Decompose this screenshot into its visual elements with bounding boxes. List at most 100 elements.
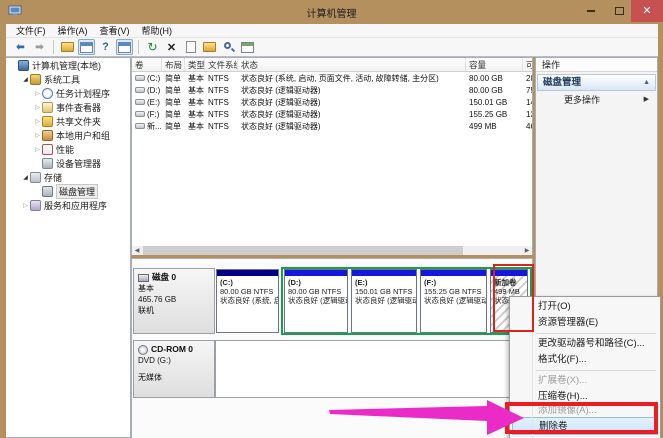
- disk0-header[interactable]: 磁盘 0 基本 465.76 GB 联机: [133, 268, 215, 334]
- partition-(F:)[interactable]: (F:)155.25 GB NTFS状态良好 (逻辑驱动器): [420, 269, 487, 333]
- volume-fs: NTFS: [205, 86, 238, 95]
- sidebar-item-disk-management[interactable]: 磁盘管理: [6, 184, 130, 198]
- cdrom-header[interactable]: CD-ROM 0 DVD (G:) 无媒体: [133, 340, 215, 398]
- help-icon[interactable]: ?: [97, 39, 114, 55]
- delete-icon[interactable]: ✕: [163, 39, 180, 55]
- sidebar-item-system-tools[interactable]: ◢系统工具: [6, 72, 130, 86]
- action-pane-icon[interactable]: [116, 39, 133, 55]
- menu-item[interactable]: 帮助(H): [136, 24, 179, 37]
- actions-group-disk-management[interactable]: 磁盘管理 ▲: [537, 74, 656, 91]
- collapsed-expander-icon[interactable]: ▷: [33, 90, 42, 97]
- title-bar: 计算机管理 ✕: [0, 0, 663, 24]
- column-header[interactable]: 类型: [185, 58, 205, 71]
- volume-row[interactable]: (D:)简单基本NTFS状态良好 (逻辑驱动器)80.00 GB75.: [132, 84, 532, 96]
- scroll-left-icon[interactable]: ◀: [132, 247, 142, 254]
- maximize-button[interactable]: [605, 0, 633, 22]
- column-header[interactable]: 卷: [132, 58, 162, 71]
- volume-list: 卷布局类型文件系统状态容量可用 (C:)简单基本NTFS状态良好 (系统, 启动…: [131, 57, 533, 255]
- close-button[interactable]: ✕: [631, 0, 663, 22]
- properties-icon[interactable]: [182, 39, 199, 55]
- volume-free: 144: [523, 98, 533, 107]
- horizontal-scrollbar[interactable]: ◀ ▶: [132, 246, 532, 255]
- column-header[interactable]: 容量: [466, 58, 523, 71]
- context-menu-item-格式化[interactable]: 格式化(F)...: [510, 352, 660, 368]
- collapsed-expander-icon[interactable]: ▷: [33, 146, 42, 153]
- minimize-button[interactable]: [577, 0, 605, 22]
- disk0-name: 磁盘 0: [152, 272, 176, 283]
- back-icon[interactable]: ⬅: [12, 39, 29, 55]
- sidebar-item-storage[interactable]: ◢存储: [6, 170, 130, 184]
- sidebar-item-shared-folders[interactable]: ▷共享文件夹: [6, 114, 130, 128]
- collapsed-expander-icon[interactable]: ▷: [33, 104, 42, 111]
- partition-size: 150.01 GB NTFS: [355, 287, 413, 296]
- menu-item[interactable]: 查看(V): [94, 24, 136, 37]
- sidebar-item-label: 磁盘管理: [56, 184, 98, 199]
- cdrom-drive: DVD (G:): [138, 355, 210, 366]
- annotation-box-delete-volume: [505, 402, 658, 434]
- cdrom-media-area[interactable]: [215, 340, 533, 398]
- partition-(E:)[interactable]: (E:)150.01 GB NTFS状态良好 (逻辑驱动器): [351, 269, 417, 333]
- menu-separator: [536, 333, 656, 334]
- collapse-icon[interactable]: ▲: [643, 75, 650, 91]
- more-actions-item[interactable]: 更多操作 ▶: [536, 91, 657, 109]
- sidebar-item-device-manager[interactable]: 设备管理器: [6, 156, 130, 170]
- open-folder-icon[interactable]: [201, 39, 218, 55]
- system-tools-icon: [30, 74, 41, 85]
- services-icon: [30, 200, 41, 211]
- scrollbar-thumb[interactable]: [143, 246, 463, 255]
- collapsed-expander-icon[interactable]: ▷: [21, 202, 30, 209]
- column-header[interactable]: 状态: [238, 58, 466, 71]
- scroll-right-icon[interactable]: ▶: [522, 247, 532, 254]
- partition-name: (F:): [424, 278, 483, 287]
- volume-row[interactable]: (C:)简单基本NTFS状态良好 (系统, 启动, 页面文件, 活动, 故障转储…: [132, 72, 532, 84]
- volume-row[interactable]: (F:)简单基本NTFS状态良好 (逻辑驱动器)155.25 GB136: [132, 108, 532, 120]
- performance-icon: [42, 144, 53, 155]
- context-menu-item-更改驱动器号和路径[interactable]: 更改驱动器号和路径(C)...: [510, 336, 660, 352]
- volume-free: 28.: [523, 74, 533, 83]
- volume-icon: [135, 123, 145, 129]
- sidebar-item-task-scheduler[interactable]: ▷任务计划程序: [6, 86, 130, 100]
- volume-status: 状态良好 (逻辑驱动器): [238, 109, 466, 120]
- sidebar-item-users[interactable]: ▷本地用户和组: [6, 128, 130, 142]
- volume-row[interactable]: (E:)简单基本NTFS状态良好 (逻辑驱动器)150.01 GB144: [132, 96, 532, 108]
- menu-bar: 文件(F)操作(A)查看(V)帮助(H): [6, 24, 658, 38]
- forward-icon[interactable]: ➡: [31, 39, 48, 55]
- expanded-expander-icon[interactable]: ◢: [21, 174, 30, 181]
- volume-status: 状态良好 (系统, 启动, 页面文件, 活动, 故障转储, 主分区): [238, 73, 466, 84]
- volume-icon: [135, 111, 145, 117]
- partition-name: (D:): [288, 278, 344, 287]
- console-tree: 计算机管理(本地)◢系统工具▷任务计划程序▷事件查看器▷共享文件夹▷本地用户和组…: [6, 57, 131, 438]
- cdrom-name: CD-ROM 0: [151, 344, 193, 355]
- volume-layout: 简单: [162, 121, 185, 132]
- volume-type: 基本: [185, 121, 205, 132]
- refresh-icon[interactable]: ↻: [144, 39, 161, 55]
- column-header[interactable]: 可用: [523, 58, 533, 71]
- volume-capacity: 155.25 GB: [466, 110, 523, 119]
- cdrom-status: 无媒体: [138, 372, 210, 383]
- volume-status: 状态良好 (逻辑驱动器): [238, 121, 466, 132]
- sidebar-item-services[interactable]: ▷服务和应用程序: [6, 198, 130, 212]
- collapsed-expander-icon[interactable]: ▷: [33, 118, 42, 125]
- console-window-icon[interactable]: [78, 39, 95, 55]
- column-header[interactable]: 文件系统: [205, 58, 238, 71]
- volume-capacity: 80.00 GB: [466, 86, 523, 95]
- partition-(D:)[interactable]: (D:)80.00 GB NTFS状态良好 (逻辑驱动器): [284, 269, 348, 333]
- partition-size: 155.25 GB NTFS: [424, 287, 483, 296]
- find-icon[interactable]: [220, 39, 237, 55]
- volume-layout: 简单: [162, 73, 185, 84]
- sidebar-item-performance[interactable]: ▷性能: [6, 142, 130, 156]
- display-icon[interactable]: [239, 39, 256, 55]
- volume-fs: NTFS: [205, 98, 238, 107]
- menu-item[interactable]: 操作(A): [52, 24, 94, 37]
- collapsed-expander-icon[interactable]: ▷: [33, 132, 42, 139]
- partition-status: 状态良好 (逻辑驱动器): [424, 296, 483, 305]
- partition-(C:)[interactable]: (C:)80.00 GB NTFS状态良好 (系统, 启动, 页面文件, 活动,…: [216, 269, 279, 333]
- volume-status: 状态良好 (逻辑驱动器): [238, 85, 466, 96]
- sidebar-item-event-viewer[interactable]: ▷事件查看器: [6, 100, 130, 114]
- expanded-expander-icon[interactable]: ◢: [21, 76, 30, 83]
- sidebar-item-computer[interactable]: 计算机管理(本地): [6, 58, 130, 72]
- menu-item[interactable]: 文件(F): [10, 24, 52, 37]
- show-console-tree-icon[interactable]: [59, 39, 76, 55]
- column-header[interactable]: 布局: [162, 58, 185, 71]
- volume-row[interactable]: 新...简单基本NTFS状态良好 (逻辑驱动器)499 MB467: [132, 120, 532, 132]
